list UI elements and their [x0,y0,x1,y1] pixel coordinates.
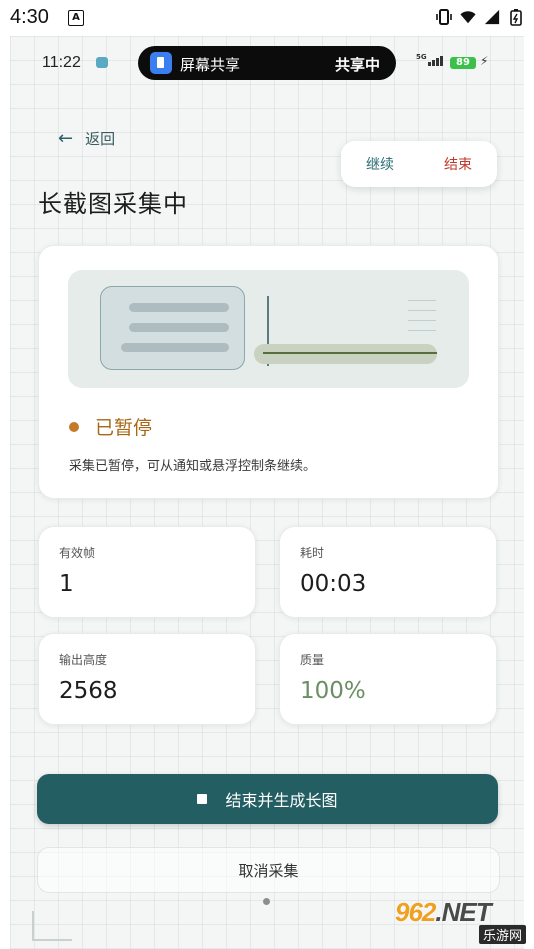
status-description: 采集已暂停，可从通知或悬浮控制条继续。 [69,459,317,474]
watermark-brand: 962.NET [395,897,492,927]
notification-a-icon: A [68,10,84,26]
system-indicators [436,8,524,26]
stat-label: 有效帧 [59,546,96,560]
stat-label: 耗时 [300,546,325,560]
network-type: 5G [416,53,427,61]
charging-bolt-icon: ⚡ [480,54,489,68]
stat-value: 2568 [59,678,118,704]
stat-card-height: 输出高度 2568 [38,633,256,725]
wifi-icon [460,11,476,24]
signal-bars-icon [428,56,443,66]
vibrate-icon [436,9,452,25]
illustration-line [129,323,229,332]
battery-icon [510,9,522,26]
page-indicator-dot [263,898,270,905]
continue-button[interactable]: 继续 [366,154,394,174]
watermark-subtitle: 乐游网 [478,925,526,944]
cell-signal-icon [484,9,500,25]
stat-label: 输出高度 [59,653,108,667]
watermark-logo: 962.NET 乐游网 [395,897,530,945]
illustration-ticks [408,300,436,340]
screen-share-state: 共享中 [334,56,380,74]
system-status-bar: 4:30 A [0,0,534,36]
cancel-capture-button[interactable]: 取消采集 [37,847,500,893]
screen-share-label: 屏幕共享 [180,56,241,74]
stop-icon [197,794,208,804]
capture-illustration [68,270,469,388]
stat-value: 00:03 [300,571,367,597]
status-row: 已暂停 [69,413,152,440]
stat-label: 质量 [300,653,325,667]
system-time: 4:30 [10,6,49,28]
status-label: 已暂停 [95,417,153,439]
stat-card-duration: 耗时 00:03 [279,526,497,618]
device-time: 11:22 [42,54,81,71]
floating-control-bar: 继续 结束 [341,141,497,187]
end-button[interactable]: 结束 [444,154,472,174]
corner-mark [32,911,34,941]
page-title: 长截图采集中 [38,190,188,218]
illustration-line [129,303,229,312]
stat-card-quality: 质量 100% [279,633,497,725]
screen-share-icon [150,52,172,74]
illustration-panel [100,286,245,370]
illustration-track [254,344,437,364]
screen-share-pill[interactable]: 屏幕共享 共享中 [138,46,396,80]
illustration-line [121,343,229,352]
illustration-bar [263,352,437,354]
battery-level: 89 [450,57,476,69]
status-card: 已暂停 采集已暂停，可从通知或悬浮控制条继续。 [38,245,499,499]
back-label: 返回 [85,130,116,148]
stat-value: 100% [300,678,366,704]
screenshot-frame: 11:22 屏幕共享 共享中 5G 89 ⚡ ← 返回 继续 结束 长截图采集中 [10,36,524,949]
app-indicator-icon [96,57,108,68]
stat-card-frames: 有效帧 1 [38,526,256,618]
stat-value: 1 [59,571,74,597]
cancel-capture-label: 取消采集 [238,861,299,880]
back-button[interactable]: ← 返回 [58,128,115,149]
status-dot-icon [69,421,79,432]
arrow-left-icon: ← [58,128,74,149]
corner-mark [32,939,72,941]
finish-generate-button[interactable]: 结束并生成长图 [37,774,498,824]
finish-generate-label: 结束并生成长图 [225,791,338,810]
